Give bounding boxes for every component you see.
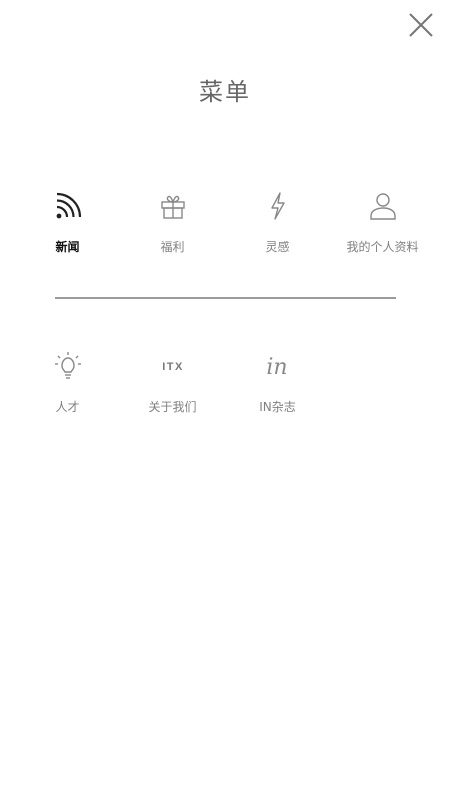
close-button[interactable]	[406, 10, 436, 40]
lightbulb-icon	[52, 350, 84, 382]
divider	[55, 297, 396, 299]
menu-item-profile[interactable]: 我的个人资料	[330, 190, 435, 255]
menu-item-benefits[interactable]: 福利	[120, 190, 225, 255]
menu-item-news[interactable]: 新闻	[15, 190, 120, 255]
menu-item-label: IN杂志	[259, 400, 296, 414]
menu-item-inspiration[interactable]: 灵感	[225, 190, 330, 255]
rss-icon	[52, 190, 84, 222]
menu-item-label: 我的个人资料	[346, 240, 419, 254]
user-icon	[367, 190, 399, 222]
menu-item-label: 人才	[55, 400, 80, 414]
lightning-icon	[262, 190, 294, 222]
menu-item-label: 关于我们	[148, 400, 197, 414]
menu-row-2: 人才 ITX 关于我们 in IN杂志	[15, 350, 435, 415]
in-logo-icon: in	[262, 350, 294, 382]
menu-item-about[interactable]: ITX 关于我们	[120, 350, 225, 415]
menu-item-in-magazine[interactable]: in IN杂志	[225, 350, 330, 415]
itx-logo-icon: ITX	[157, 350, 189, 382]
close-icon	[409, 13, 433, 37]
menu-row-1: 新闻 福利 灵感 我的个人资料	[15, 190, 435, 255]
menu-item-label: 灵感	[265, 240, 290, 254]
svg-text:ITX: ITX	[162, 361, 184, 373]
menu-item-label: 福利	[160, 240, 185, 254]
gift-icon	[157, 190, 189, 222]
page-title: 菜单	[199, 78, 251, 106]
svg-text:in: in	[266, 355, 287, 380]
menu-item-talent[interactable]: 人才	[15, 350, 120, 415]
menu-item-label: 新闻	[55, 240, 80, 254]
